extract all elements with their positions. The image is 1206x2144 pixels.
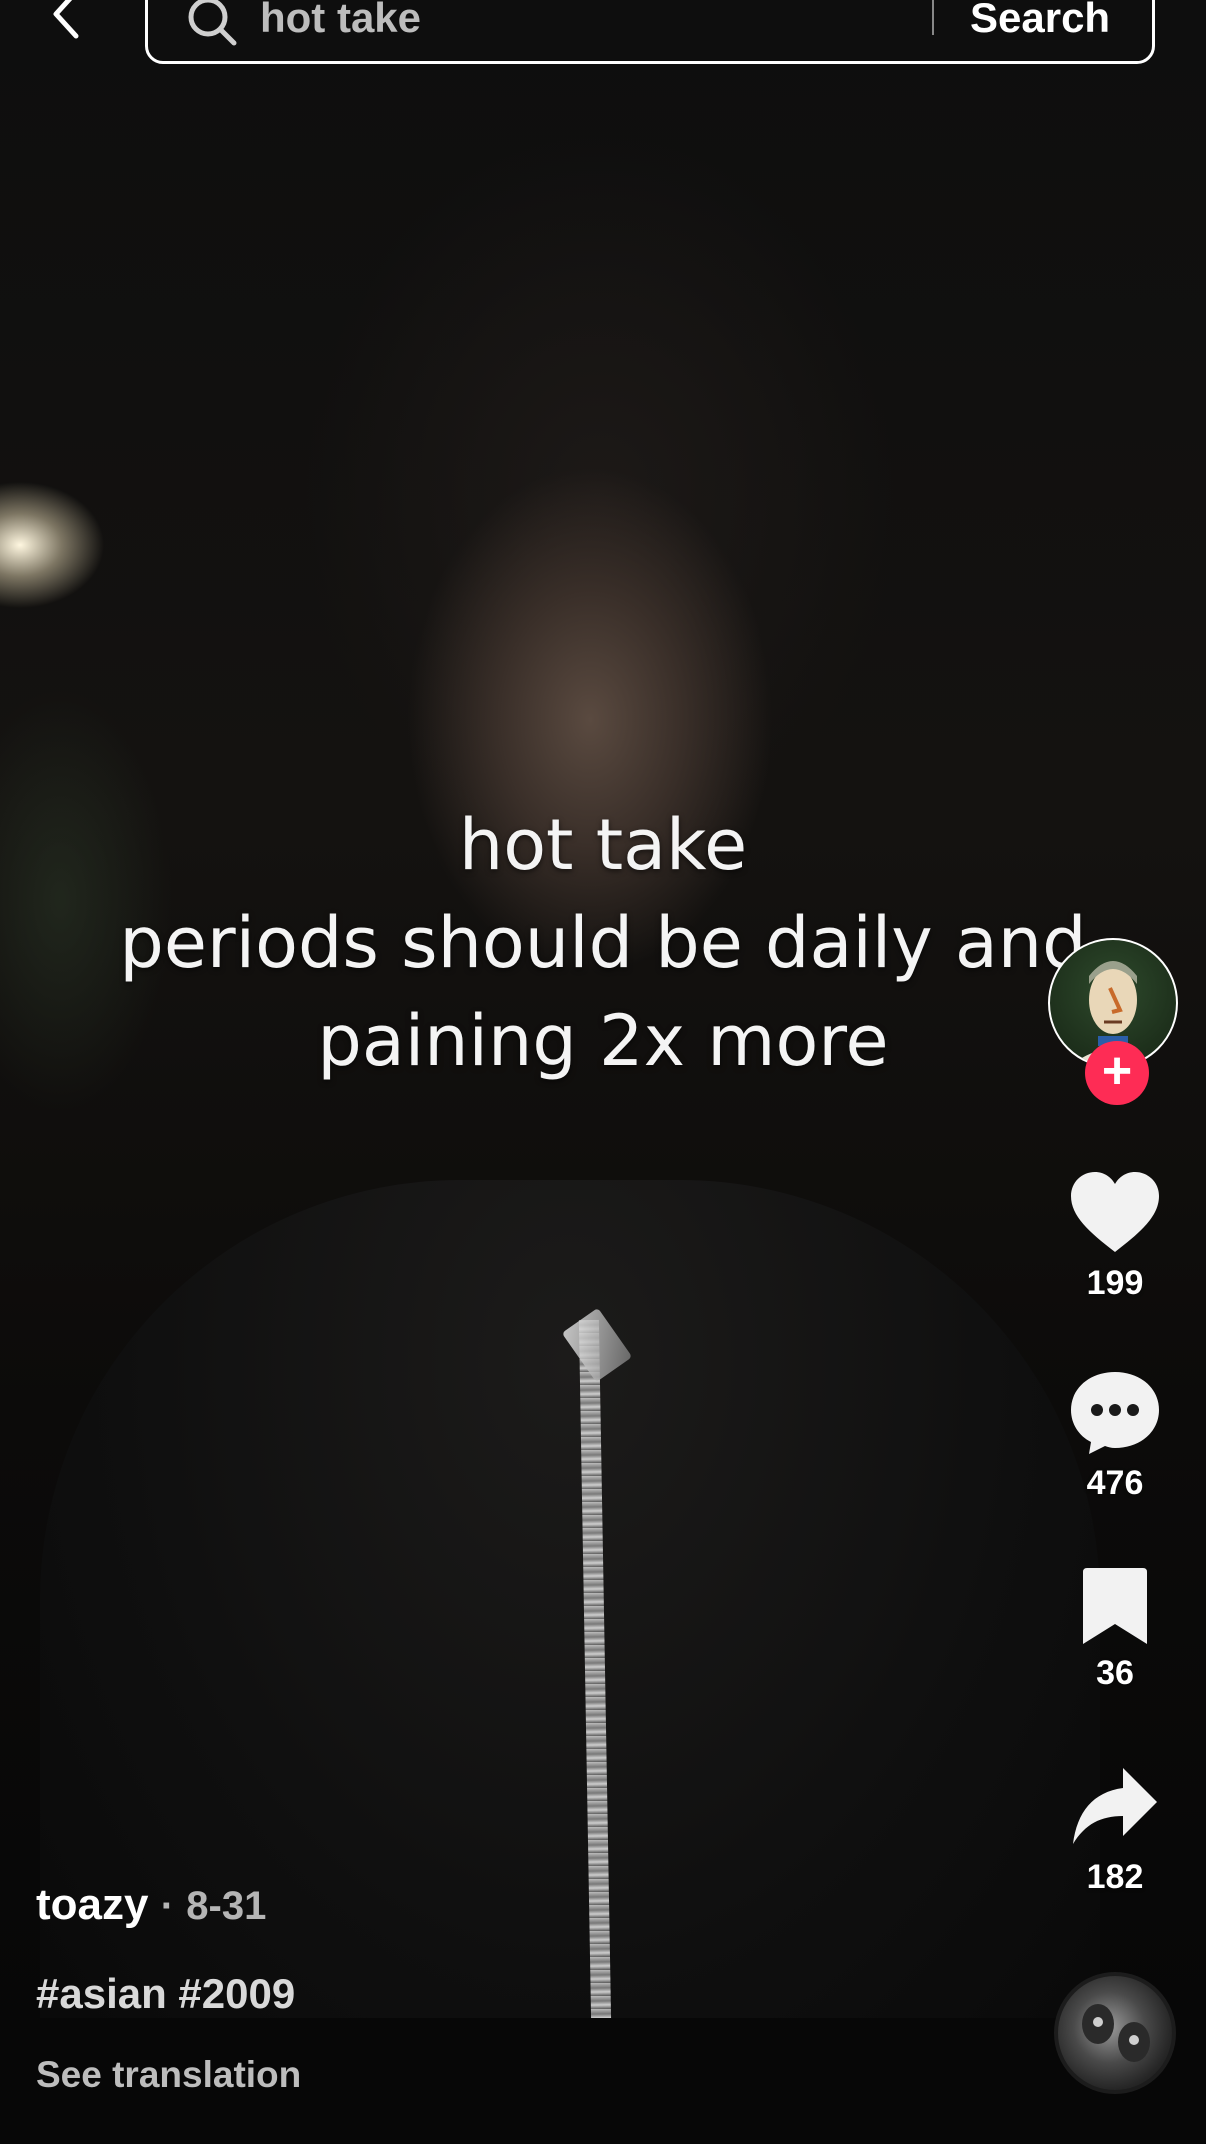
follow-button[interactable]: + <box>1085 1041 1149 1105</box>
date-separator: · <box>160 1884 175 1928</box>
video-overlay-line-2: periods should be daily and <box>119 902 1087 984</box>
search-divider <box>932 0 934 35</box>
comment-button[interactable]: 476 <box>1048 1370 1182 1503</box>
creator-avatar-group: + <box>1048 938 1182 1105</box>
share-arrow-icon <box>1073 1768 1157 1844</box>
share-button[interactable]: 182 <box>1048 1766 1182 1897</box>
search-button[interactable]: Search <box>970 0 1110 43</box>
music-disc-art <box>1082 2004 1150 2062</box>
save-count: 36 <box>1096 1654 1134 1692</box>
search-query-text: hot take <box>260 0 422 41</box>
top-bar: hot take Search <box>0 0 1206 70</box>
see-translation-link[interactable]: See translation <box>36 2054 301 2096</box>
author-line: toazy · 8-31 <box>36 1880 266 1930</box>
search-input[interactable]: hot take Search <box>145 0 1155 64</box>
like-count: 199 <box>1086 1264 1144 1302</box>
comment-count: 476 <box>1086 1464 1144 1502</box>
save-button[interactable]: 36 <box>1048 1568 1182 1693</box>
plus-icon: + <box>1101 1042 1133 1100</box>
share-count: 182 <box>1086 1858 1144 1896</box>
search-icon <box>188 0 237 46</box>
heart-icon <box>1071 1172 1159 1252</box>
back-button[interactable] <box>44 0 88 44</box>
video-overlay-line-3: paining 2x more <box>317 1000 889 1082</box>
music-disc[interactable] <box>1054 1972 1176 2094</box>
author-name[interactable]: toazy <box>36 1880 148 1929</box>
bookmark-icon <box>1083 1568 1147 1644</box>
comment-bubble-icon <box>1071 1372 1159 1454</box>
post-date: 8-31 <box>186 1884 267 1928</box>
like-button[interactable]: 199 <box>1048 1172 1182 1303</box>
chevron-left-icon <box>53 0 79 39</box>
hashtags[interactable]: #asian #2009 <box>36 1970 295 2018</box>
video-overlay-line-1: hot take <box>458 804 748 886</box>
